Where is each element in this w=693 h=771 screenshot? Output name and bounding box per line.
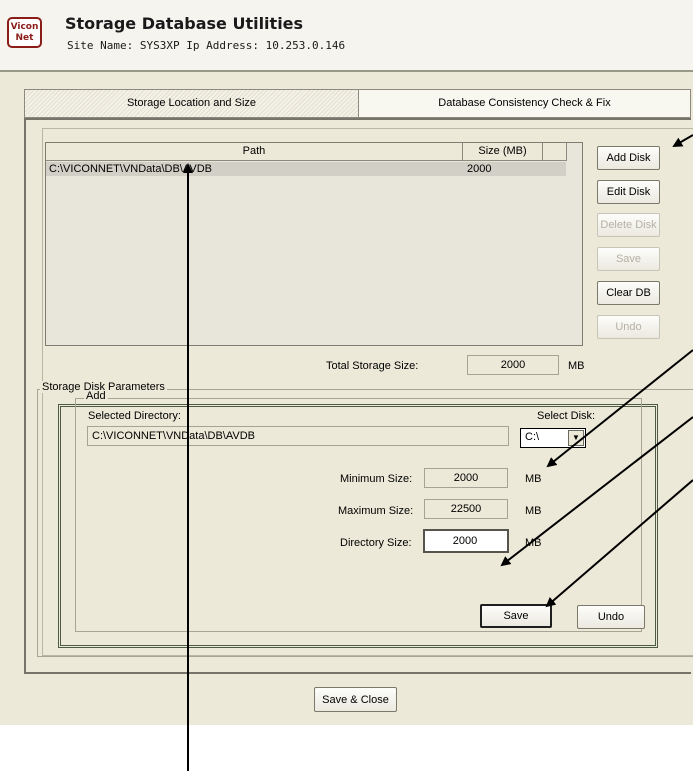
arrow-to-directory-size xyxy=(500,416,693,567)
arrow-to-select-disk xyxy=(546,349,693,468)
arrow-to-add-disk xyxy=(672,134,693,148)
arrow-to-save xyxy=(545,479,693,608)
annotation-arrows xyxy=(183,134,693,771)
